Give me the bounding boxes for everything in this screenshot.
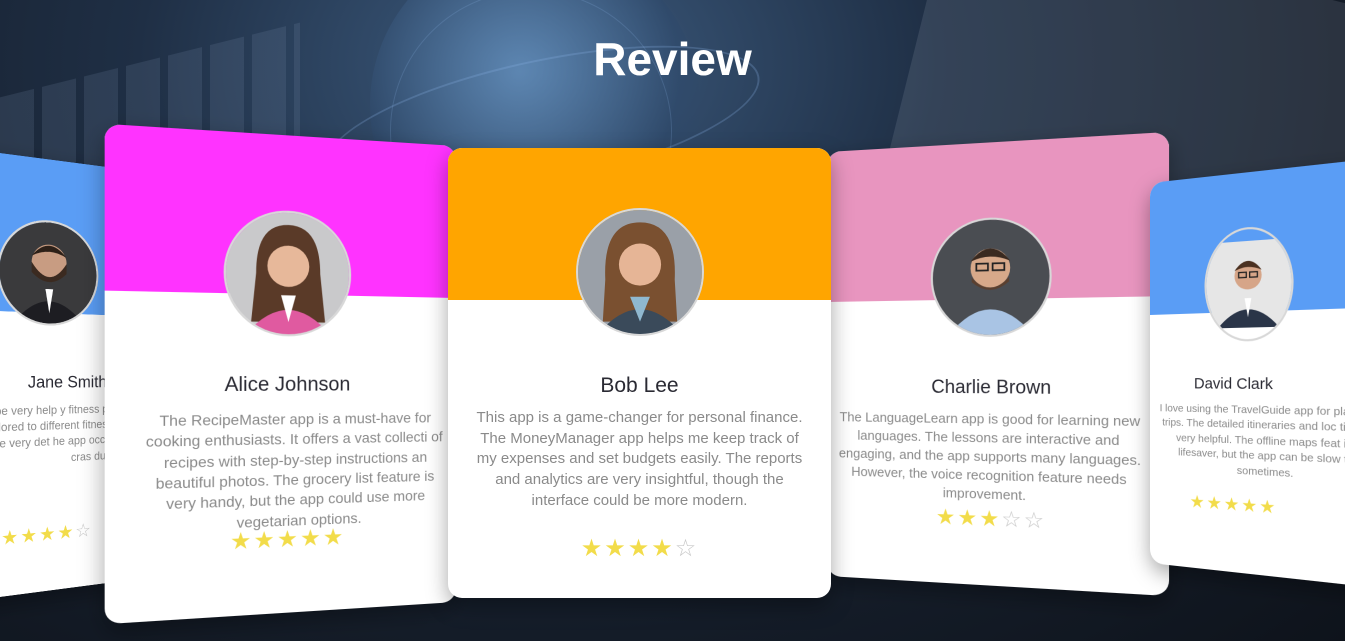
- star-filled-icon: ★★★★★: [229, 524, 346, 556]
- review-text: This app is a game-changer for personal …: [476, 409, 803, 509]
- reviewer-name: David Clark: [1193, 375, 1273, 394]
- review-card-charlie[interactable]: Charlie Brown The LanguageLearn app is g…: [827, 131, 1170, 597]
- star-empty-icon: ☆: [674, 534, 699, 562]
- reviewer-name: Alice Johnson: [224, 374, 351, 397]
- star-empty-icon: ☆: [75, 519, 93, 543]
- avatar: [575, 208, 704, 336]
- section-title: Review: [593, 33, 752, 85]
- star-rating: ★★★★☆: [448, 534, 831, 562]
- reviewer-name: Bob Lee: [600, 374, 679, 397]
- review-card-alice[interactable]: Alice Johnson The RecipeMaster app is a …: [104, 123, 457, 625]
- reviewer-name: Charlie Brown: [931, 376, 1052, 398]
- review-card-bob[interactable]: Bob Lee This app is a game-changer for p…: [448, 148, 831, 598]
- star-filled-icon: ★★★: [935, 504, 1002, 532]
- star-empty-icon: ☆☆: [1001, 506, 1047, 534]
- star-filled-icon: ★★★★★: [1189, 491, 1278, 520]
- review-card-david[interactable]: David Clark I love using the TravelGuide…: [1150, 156, 1345, 590]
- star-rating: ★★★★★: [1150, 487, 1345, 525]
- review-text: The LanguageLearn app is good for learni…: [838, 409, 1142, 504]
- star-filled-icon: ★★★★: [580, 534, 675, 562]
- review-text: The RecipeMaster app is a must-have for …: [145, 409, 443, 531]
- review-text: I love using the TravelGuide app for pla…: [1159, 402, 1345, 481]
- star-filled-icon: ★★★★: [1, 520, 76, 551]
